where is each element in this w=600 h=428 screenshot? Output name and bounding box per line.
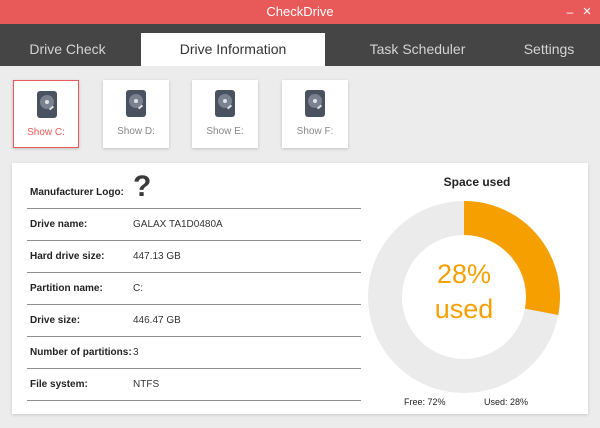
used-space-legend: Used: 28% bbox=[484, 397, 529, 407]
drive-label: Show D: bbox=[117, 126, 155, 137]
drive-button-d[interactable]: Show D: bbox=[103, 80, 169, 148]
tab-drive-check[interactable]: Drive Check bbox=[0, 24, 135, 66]
hard-drive-icon bbox=[305, 90, 325, 117]
info-label: File system: bbox=[30, 379, 88, 390]
drive-button-f[interactable]: Show F: bbox=[282, 80, 348, 148]
used-word-text: used bbox=[434, 294, 494, 324]
info-value: C: bbox=[133, 283, 143, 294]
info-value: NTFS bbox=[133, 379, 160, 390]
info-row: File system: NTFS bbox=[27, 368, 361, 401]
drive-info-panel: Manufacturer Logo: ? Drive name: GALAX T… bbox=[12, 163, 588, 414]
tab-drive-information[interactable]: Drive Information bbox=[141, 33, 325, 66]
info-row: Hard drive size: 447.13 GB bbox=[27, 240, 361, 273]
info-value: GALAX TA1D0480A bbox=[133, 219, 223, 230]
info-row-manufacturer: Manufacturer Logo: ? bbox=[27, 170, 361, 209]
drive-button-c[interactable]: Show C: bbox=[13, 80, 79, 148]
info-label: Manufacturer Logo: bbox=[30, 187, 124, 198]
tab-task-scheduler[interactable]: Task Scheduler bbox=[345, 24, 490, 66]
used-percent-text: 28% bbox=[436, 259, 492, 289]
tab-settings[interactable]: Settings bbox=[498, 24, 600, 66]
info-label: Number of partitions: bbox=[30, 347, 132, 358]
info-row: Drive size: 446.47 GB bbox=[27, 304, 361, 337]
window-title: CheckDrive bbox=[266, 4, 334, 19]
drive-button-e[interactable]: Show E: bbox=[192, 80, 258, 148]
close-button[interactable]: × bbox=[578, 0, 596, 24]
info-value: 447.13 GB bbox=[133, 251, 181, 262]
info-label: Partition name: bbox=[30, 283, 103, 294]
title-bar: CheckDrive – × bbox=[0, 0, 600, 24]
info-value: 446.47 GB bbox=[133, 315, 181, 326]
drive-label: Show F: bbox=[296, 126, 334, 137]
donut-center-label: 28% used bbox=[368, 257, 560, 327]
drive-label: Show E: bbox=[206, 126, 244, 137]
unknown-logo-icon: ? bbox=[133, 170, 152, 203]
drive-selector: Show C: Show D: Show E: Show F: bbox=[0, 66, 600, 158]
space-used-title: Space used bbox=[443, 175, 511, 189]
hard-drive-icon bbox=[37, 91, 57, 118]
free-space-legend: Free: 72% bbox=[404, 397, 446, 407]
info-row: Partition name: C: bbox=[27, 272, 361, 305]
hard-drive-icon bbox=[215, 90, 235, 117]
info-row: Drive name: GALAX TA1D0480A bbox=[27, 208, 361, 241]
info-label: Drive name: bbox=[30, 219, 88, 230]
info-value: 3 bbox=[133, 347, 139, 358]
minimize-button[interactable]: – bbox=[561, 0, 579, 24]
tab-bar: Drive Check Drive Information Task Sched… bbox=[0, 24, 600, 66]
info-label: Drive size: bbox=[30, 315, 81, 326]
hard-drive-icon bbox=[126, 90, 146, 117]
info-label: Hard drive size: bbox=[30, 251, 105, 262]
drive-label: Show C: bbox=[27, 127, 65, 138]
info-row: Number of partitions: 3 bbox=[27, 336, 361, 369]
